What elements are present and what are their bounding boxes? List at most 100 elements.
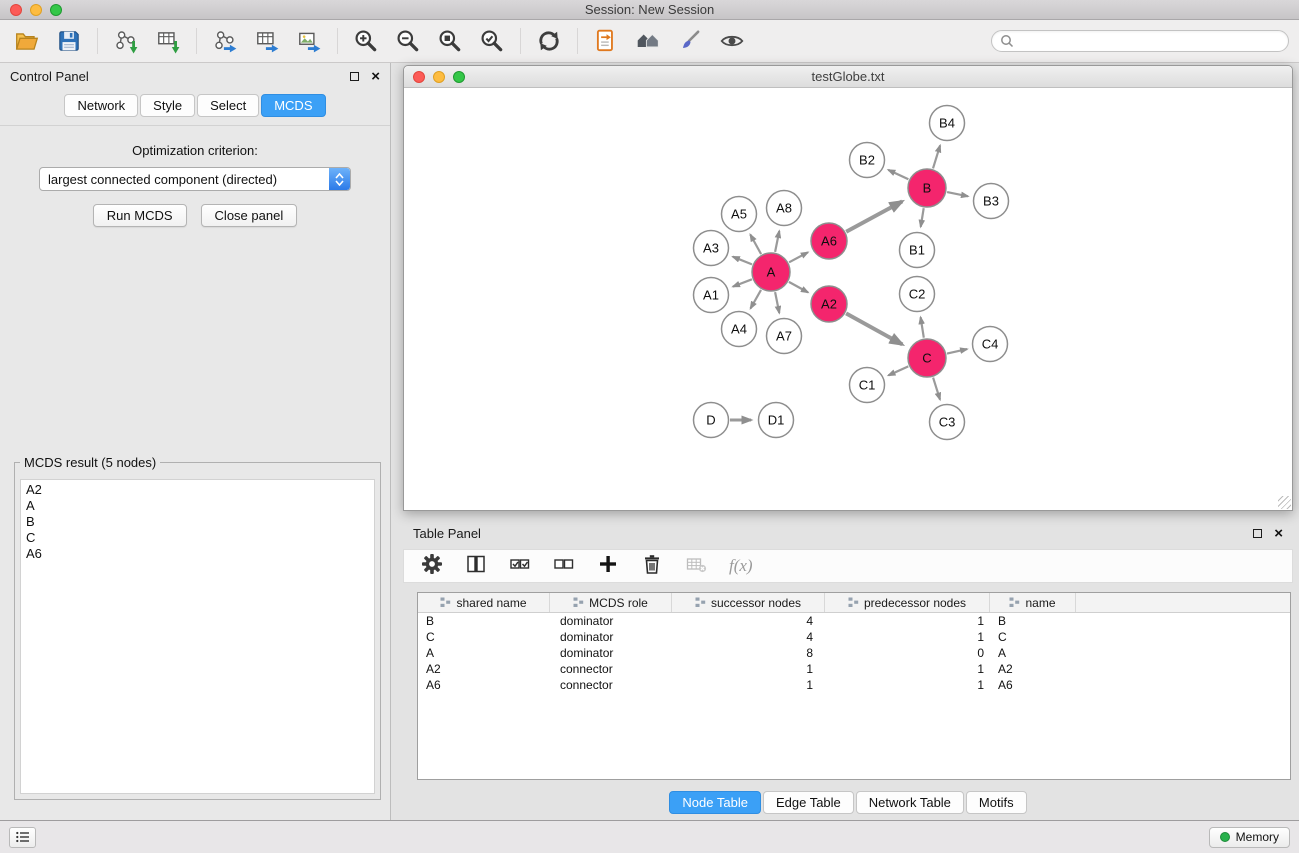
edge-A-A7[interactable] <box>775 292 779 313</box>
column-header-name[interactable]: name <box>990 593 1076 612</box>
apply-style-button[interactable] <box>673 24 707 58</box>
tab-node-table[interactable]: Node Table <box>669 791 761 814</box>
table-row[interactable]: Cdominator41C <box>418 629 1290 645</box>
delete-table-button[interactable] <box>685 553 707 580</box>
export-table-button[interactable] <box>250 24 284 58</box>
node-A5[interactable]: A5 <box>722 197 757 232</box>
mcds-result-item[interactable]: B <box>26 514 374 530</box>
import-table-button[interactable] <box>151 24 185 58</box>
node-A8[interactable]: A8 <box>767 191 802 226</box>
zoom-fit-button[interactable] <box>433 24 467 58</box>
run-mcds-button[interactable]: Run MCDS <box>93 204 187 227</box>
node-B3[interactable]: B3 <box>974 184 1009 219</box>
edge-A-A8[interactable] <box>775 231 779 252</box>
save-session-button[interactable] <box>52 24 86 58</box>
column-header-successor-nodes[interactable]: successor nodes <box>672 593 825 612</box>
tab-style[interactable]: Style <box>140 94 195 117</box>
export-network-button[interactable] <box>208 24 242 58</box>
table-row[interactable]: Bdominator41B <box>418 613 1290 629</box>
close-network-window-button[interactable] <box>413 71 425 83</box>
edge-A-A6[interactable] <box>789 252 808 262</box>
close-table-panel-icon[interactable]: × <box>1274 526 1283 541</box>
zoom-in-button[interactable] <box>349 24 383 58</box>
tab-mcds[interactable]: MCDS <box>261 94 325 117</box>
node-C2[interactable]: C2 <box>900 277 935 312</box>
show-hide-details-button[interactable] <box>715 24 749 58</box>
node-B[interactable]: B <box>908 169 946 207</box>
table-settings-button[interactable] <box>421 553 443 580</box>
close-panel-icon[interactable]: × <box>371 69 380 84</box>
zoom-out-button[interactable] <box>391 24 425 58</box>
network-graph[interactable]: B4 B2 B B3 A5 A8 A6 A3 B1 A A1 C2 A2 A4 A7 C4 C C1 C3 D D1 <box>404 88 1292 509</box>
delete-row-button[interactable] <box>641 553 663 580</box>
mcds-result-item[interactable]: A <box>26 498 374 514</box>
add-row-button[interactable] <box>597 553 619 580</box>
tab-network-table[interactable]: Network Table <box>856 791 964 814</box>
tab-motifs[interactable]: Motifs <box>966 791 1027 814</box>
float-table-panel-icon[interactable] <box>1253 529 1262 538</box>
table-row[interactable]: A2connector11A2 <box>418 661 1290 677</box>
resize-grip[interactable] <box>1278 496 1291 509</box>
edge-A-A4[interactable] <box>751 290 762 309</box>
network-canvas[interactable]: B4 B2 B B3 A5 A8 A6 A3 B1 A A1 C2 A2 A4 A7 C4 C C1 C3 D D1 <box>404 88 1292 510</box>
search-field[interactable] <box>991 30 1289 52</box>
edge-C-C3[interactable] <box>933 378 940 400</box>
node-C3[interactable]: C3 <box>930 405 965 440</box>
mcds-result-item[interactable]: C <box>26 530 374 546</box>
close-panel-button[interactable]: Close panel <box>201 204 298 227</box>
column-header-shared-name[interactable]: shared name <box>418 593 550 612</box>
node-D1[interactable]: D1 <box>759 403 794 438</box>
float-panel-icon[interactable] <box>350 72 359 81</box>
node-A3[interactable]: A3 <box>694 231 729 266</box>
edge-C-C1[interactable] <box>888 366 908 375</box>
node-A4[interactable]: A4 <box>722 312 757 347</box>
show-column-button[interactable] <box>465 553 487 580</box>
refresh-view-button[interactable] <box>532 24 566 58</box>
edge-B-B2[interactable] <box>888 170 908 179</box>
node-A6[interactable]: A6 <box>811 223 847 259</box>
edge-C-C2[interactable] <box>921 317 924 338</box>
table-row[interactable]: A6connector11A6 <box>418 677 1290 693</box>
deselect-all-button[interactable] <box>553 553 575 580</box>
edge-A-A1[interactable] <box>733 279 752 286</box>
node-C1[interactable]: C1 <box>850 368 885 403</box>
edge-B-B1[interactable] <box>921 208 924 227</box>
node-C[interactable]: C <box>908 339 946 377</box>
search-input[interactable] <box>1019 34 1280 48</box>
mcds-result-item[interactable]: A6 <box>26 546 374 562</box>
open-session-button[interactable] <box>10 24 44 58</box>
edge-A-A5[interactable] <box>750 235 761 255</box>
close-window-button[interactable] <box>10 4 22 16</box>
node-B4[interactable]: B4 <box>930 106 965 141</box>
node-B2[interactable]: B2 <box>850 143 885 178</box>
edge-C-C4[interactable] <box>947 349 967 354</box>
node-A7[interactable]: A7 <box>767 319 802 354</box>
tab-network[interactable]: Network <box>64 94 138 117</box>
edge-B-B3[interactable] <box>947 192 968 196</box>
select-all-button[interactable] <box>509 553 531 580</box>
edge-B-B4[interactable] <box>933 145 940 168</box>
network-window-titlebar[interactable]: testGlobe.txt <box>404 66 1292 88</box>
export-image-button[interactable] <box>292 24 326 58</box>
tab-edge-table[interactable]: Edge Table <box>763 791 854 814</box>
column-header-predecessor-nodes[interactable]: predecessor nodes <box>825 593 990 612</box>
minimize-window-button[interactable] <box>30 4 42 16</box>
zoom-selected-button[interactable] <box>475 24 509 58</box>
memory-button[interactable]: Memory <box>1209 827 1290 848</box>
zoom-network-window-button[interactable] <box>453 71 465 83</box>
mcds-result-item[interactable]: A2 <box>26 482 374 498</box>
criterion-dropdown[interactable]: largest connected component (directed) <box>39 167 351 191</box>
edge-A-A2[interactable] <box>789 282 808 293</box>
function-builder-button[interactable]: f(x) <box>729 556 753 576</box>
task-history-button[interactable] <box>9 827 36 848</box>
node-A1[interactable]: A1 <box>694 278 729 313</box>
node-B1[interactable]: B1 <box>900 233 935 268</box>
node-D[interactable]: D <box>694 403 729 438</box>
node-A[interactable]: A <box>752 253 790 291</box>
tab-select[interactable]: Select <box>197 94 259 117</box>
minimize-network-window-button[interactable] <box>433 71 445 83</box>
node-C4[interactable]: C4 <box>973 327 1008 362</box>
table-row[interactable]: Adominator80A <box>418 645 1290 661</box>
node-A2[interactable]: A2 <box>811 286 847 322</box>
import-network-button[interactable] <box>109 24 143 58</box>
